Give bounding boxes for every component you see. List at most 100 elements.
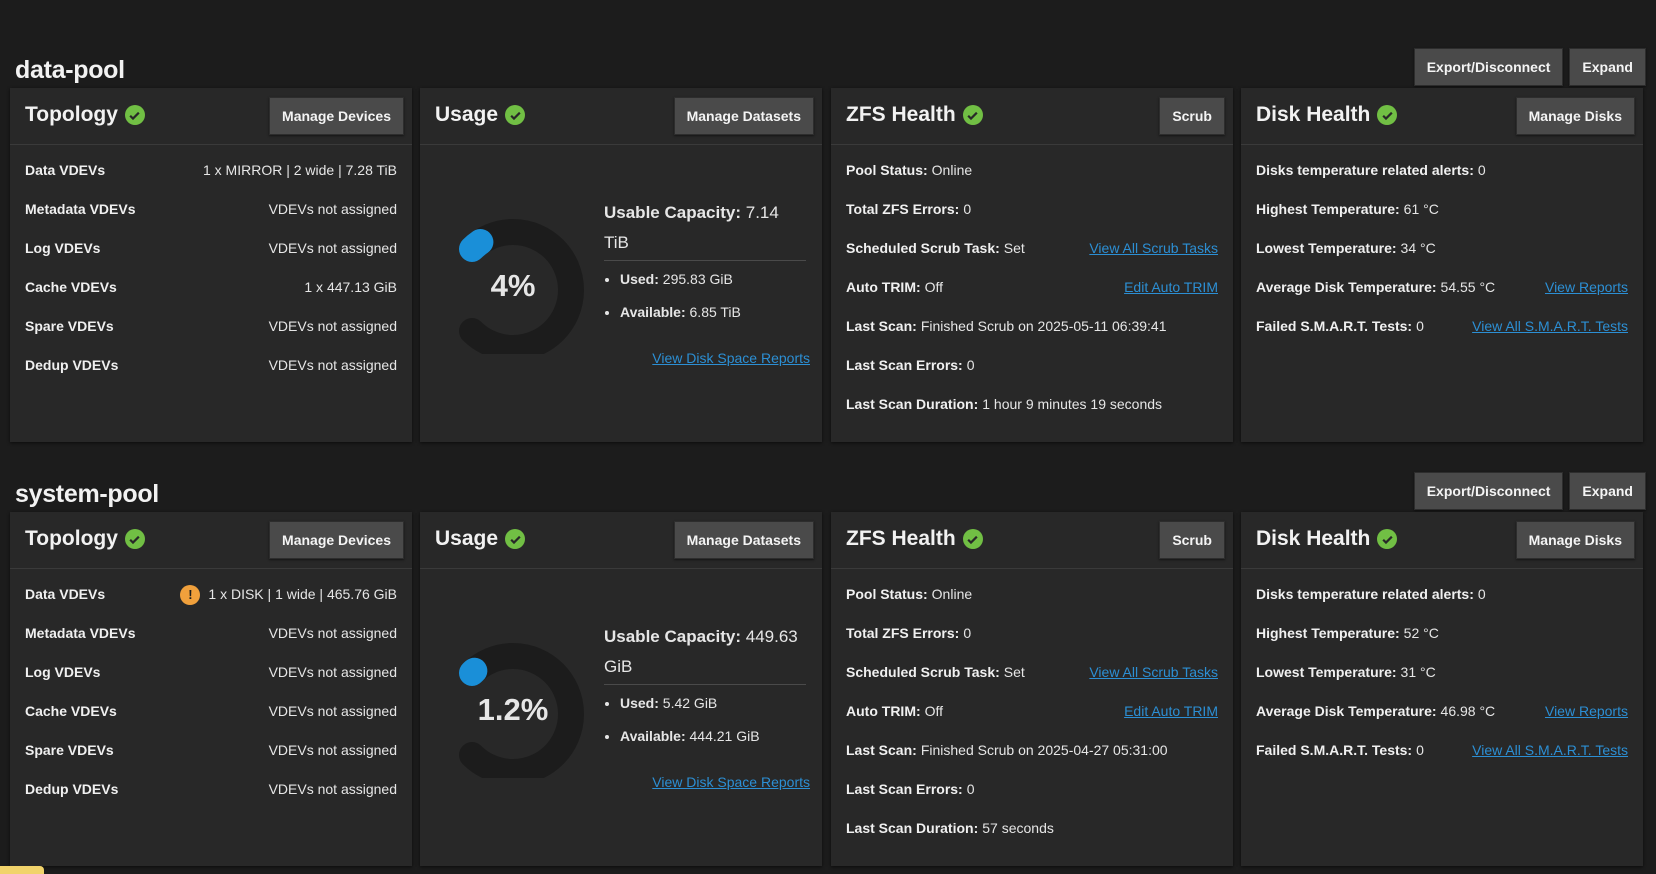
manage-datasets-button[interactable]: Manage Datasets xyxy=(673,521,814,559)
check-circle-icon xyxy=(124,105,145,125)
card-title: Usage xyxy=(435,103,526,127)
usage-list: Used: 5.42 GiB Available: 444.21 GiB xyxy=(604,695,806,761)
capacity-label: Usable Capacity: xyxy=(604,627,741,646)
card-title-text: Usage xyxy=(435,103,499,126)
row-value: VDEVs not assigned xyxy=(268,318,397,334)
row-value: 0 xyxy=(966,781,975,797)
manage-devices-button[interactable]: Manage Devices xyxy=(269,97,404,135)
view-disk-space-reports-link[interactable]: View Disk Space Reports xyxy=(652,350,810,366)
topology-row: Data VDEVs! 1 x DISK | 1 wide | 465.76 Gi… xyxy=(25,581,397,620)
view-all-scrub-tasks-link[interactable]: View All Scrub Tasks xyxy=(1089,235,1218,261)
view-reports-link[interactable]: View Reports xyxy=(1545,274,1628,300)
card-title-text: Topology xyxy=(25,527,118,550)
view-disk-space-reports-link[interactable]: View Disk Space Reports xyxy=(652,774,810,790)
row-key: Last Scan Errors: xyxy=(846,781,963,797)
row-value: Finished Scrub on 2025-04-27 05:31:00 xyxy=(920,742,1168,758)
view-all-smart-tests-link[interactable]: View All S.M.A.R.T. Tests xyxy=(1472,313,1628,339)
usage-list: Used: 295.83 GiB Available: 6.85 TiB xyxy=(604,271,806,337)
usage-card: Usage Manage Datasets 4% Usable Capacity… xyxy=(420,88,822,442)
zfs-rows: Pool Status: Online Total ZFS Errors: 0 Sc… xyxy=(831,569,1233,854)
card-title-text: Topology xyxy=(25,103,118,126)
zfs-rows: Pool Status: Online Total ZFS Errors: 0 Sc… xyxy=(831,145,1233,430)
row-value: 0 xyxy=(966,357,975,373)
expand-button[interactable]: Expand xyxy=(1569,472,1646,510)
card-header: Topology Manage Devices xyxy=(10,512,412,569)
topology-rows: Data VDEVs 1 x MIRROR | 2 wide | 7.28 TiB… xyxy=(10,145,412,391)
row-key: Lowest Temperature: xyxy=(1256,664,1397,680)
row-value: 0 xyxy=(1416,318,1424,334)
available-value: 6.85 TiB xyxy=(689,304,741,320)
row-value: Online xyxy=(931,586,973,602)
pool-actions: Export/Disconnect Expand xyxy=(1413,472,1646,510)
row-value: Off xyxy=(924,703,944,719)
zfs-row: Auto TRIM: Off Edit Auto TRIM xyxy=(846,274,1218,313)
row-key: Auto TRIM: xyxy=(846,703,921,719)
pool-header: system-pool Export/Disconnect Expand xyxy=(15,472,1646,512)
row-value: 0 xyxy=(1416,742,1424,758)
manage-devices-button[interactable]: Manage Devices xyxy=(269,521,404,559)
row-key: Total ZFS Errors: xyxy=(846,201,960,217)
view-all-scrub-tasks-link[interactable]: View All Scrub Tasks xyxy=(1089,659,1218,685)
row-value: VDEVs not assigned xyxy=(268,664,397,680)
topology-rows: Data VDEVs! 1 x DISK | 1 wide | 465.76 Gi… xyxy=(10,569,412,815)
usage-gauge: 4% xyxy=(435,216,591,361)
card-header: ZFS Health Scrub xyxy=(831,88,1233,145)
row-key: Log VDEVs xyxy=(25,664,101,680)
row-value: ! 1 x DISK | 1 wide | 465.76 GiB xyxy=(180,581,397,607)
pool-actions: Export/Disconnect Expand xyxy=(1413,48,1646,86)
export-disconnect-button[interactable]: Export/Disconnect xyxy=(1413,472,1564,510)
card-title: Topology xyxy=(25,527,145,551)
scrub-button[interactable]: Scrub xyxy=(1159,97,1225,135)
card-header: Usage Manage Datasets xyxy=(420,88,822,145)
zfs-row: Last Scan Duration: 57 seconds xyxy=(846,815,1218,854)
manage-disks-button[interactable]: Manage Disks xyxy=(1515,97,1635,135)
disk-row: Failed S.M.A.R.T. Tests: 0 View All S.M.A.… xyxy=(1256,313,1628,352)
row-key: Scheduled Scrub Task: xyxy=(846,240,1000,256)
zfs-row: Auto TRIM: Off Edit Auto TRIM xyxy=(846,698,1218,737)
usable-capacity: Usable Capacity: 7.14 TiB xyxy=(604,198,806,261)
disk-row: Lowest Temperature: 34 °C xyxy=(1256,235,1628,274)
edit-auto-trim-link[interactable]: Edit Auto TRIM xyxy=(1124,274,1218,300)
row-key: Disks temperature related alerts: xyxy=(1256,162,1474,178)
row-key: Highest Temperature: xyxy=(1256,201,1400,217)
card-header: Disk Health Manage Disks xyxy=(1241,88,1643,145)
row-key: Highest Temperature: xyxy=(1256,625,1400,641)
check-circle-icon xyxy=(1377,105,1398,125)
usage-link-wrap: View Disk Space Reports xyxy=(604,350,810,366)
manage-datasets-button[interactable]: Manage Datasets xyxy=(673,97,814,135)
scrub-button[interactable]: Scrub xyxy=(1159,521,1225,559)
export-disconnect-button[interactable]: Export/Disconnect xyxy=(1413,48,1564,86)
row-key: Pool Status: xyxy=(846,162,928,178)
row-value: 0 xyxy=(1477,162,1486,178)
row-value: Online xyxy=(931,162,973,178)
corner-tooltip-badge xyxy=(0,866,44,874)
disk-row: Failed S.M.A.R.T. Tests: 0 View All S.M.A.… xyxy=(1256,737,1628,776)
view-reports-link[interactable]: View Reports xyxy=(1545,698,1628,724)
row-value-text: 1 x DISK | 1 wide | 465.76 GiB xyxy=(208,586,397,602)
manage-disks-button[interactable]: Manage Disks xyxy=(1515,521,1635,559)
row-key: Failed S.M.A.R.T. Tests: xyxy=(1256,742,1413,758)
row-value: 34 °C xyxy=(1400,240,1436,256)
zfs-row: Last Scan Errors: 0 xyxy=(846,352,1218,391)
row-value: VDEVs not assigned xyxy=(268,781,397,797)
pool-title: data-pool xyxy=(15,56,125,84)
view-all-smart-tests-link[interactable]: View All S.M.A.R.T. Tests xyxy=(1472,737,1628,763)
topology-row: Dedup VDEVs VDEVs not assigned xyxy=(25,776,397,815)
row-key: Average Disk Temperature: xyxy=(1256,279,1437,295)
row-key: Average Disk Temperature: xyxy=(1256,703,1437,719)
row-key: Failed S.M.A.R.T. Tests: xyxy=(1256,318,1413,334)
row-value: VDEVs not assigned xyxy=(268,703,397,719)
usable-capacity: Usable Capacity: 449.63 GiB xyxy=(604,622,806,685)
row-key: Last Scan: xyxy=(846,318,917,334)
usage-gauge: 1.2% xyxy=(435,640,591,785)
disk-row: Average Disk Temperature: 54.55 °C View Re… xyxy=(1256,274,1628,313)
zfs-health-card: ZFS Health Scrub Pool Status: Online Tota… xyxy=(831,88,1233,442)
check-circle-icon xyxy=(962,529,983,549)
row-value: VDEVs not assigned xyxy=(268,357,397,373)
row-value: 54.55 °C xyxy=(1440,279,1496,295)
expand-button[interactable]: Expand xyxy=(1569,48,1646,86)
zfs-row: Scheduled Scrub Task: Set View All Scrub T… xyxy=(846,235,1218,274)
edit-auto-trim-link[interactable]: Edit Auto TRIM xyxy=(1124,698,1218,724)
exclamation-circle-icon[interactable]: ! xyxy=(180,585,201,606)
capacity-label: Usable Capacity: xyxy=(604,203,741,222)
